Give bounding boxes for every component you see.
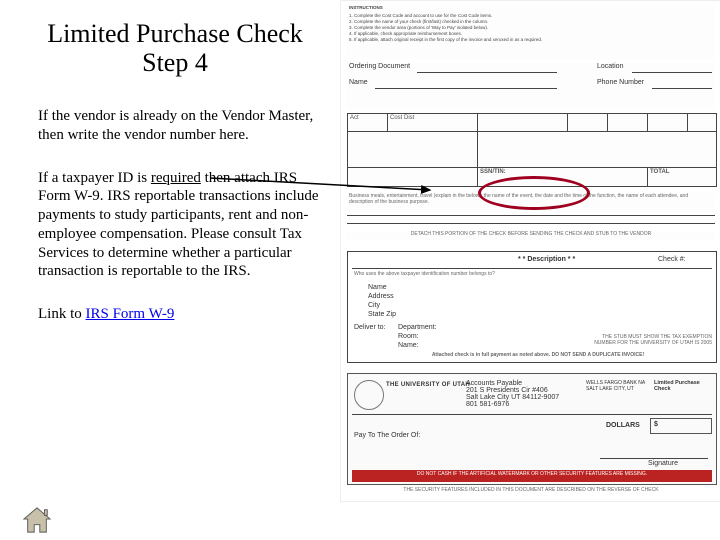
irs-form-w9-link[interactable]: IRS Form W-9 xyxy=(86,306,175,322)
title-line1: Limited Purchase Check xyxy=(47,19,303,48)
form-instructions: INSTRUCTIONS 1. Complete the Cost Code a… xyxy=(347,5,715,59)
underlined-required: required xyxy=(151,170,201,186)
paragraph-taxpayer-id: If a taxpayer ID is required then attach… xyxy=(20,169,330,282)
detach-label: DETACH THIS PORTION OF THE CHECK BEFORE … xyxy=(347,231,715,241)
title-line2: Step 4 xyxy=(142,48,208,77)
check-face: THE UNIVERSITY OF UTAH Accounts Payable … xyxy=(347,373,717,485)
callout-ellipse xyxy=(478,176,590,210)
slide-title: Limited Purchase Check Step 4 xyxy=(20,20,330,77)
home-icon[interactable] xyxy=(22,506,52,534)
lpc-form-image: INSTRUCTIONS 1. Complete the Cost Code a… xyxy=(340,0,720,502)
link-line: Link to IRS Form W-9 xyxy=(20,305,330,324)
check-stub: * * Description * * Check #: Who uses th… xyxy=(347,251,717,363)
form-header-fields: Ordering Document Location Name Phone Nu… xyxy=(347,63,715,109)
paragraph-vendor-master: If the vendor is already on the Vendor M… xyxy=(20,107,330,145)
